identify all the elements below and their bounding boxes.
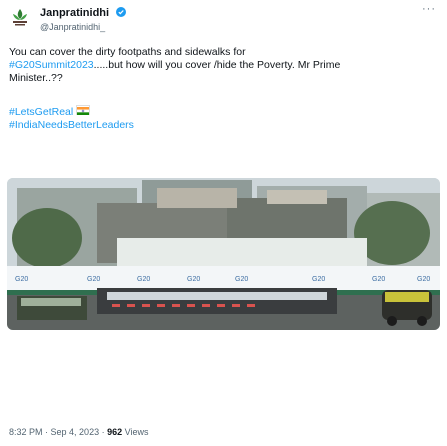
hashtag-link[interactable]: #G20Summit2023: [9, 59, 94, 71]
india-flag-icon: [76, 105, 91, 115]
svg-text:G20: G20: [417, 276, 430, 283]
tweet-meta: 8:32 PM · Sep 4, 2023 · 962 Views: [9, 427, 148, 437]
svg-text:G20: G20: [187, 276, 200, 283]
hashtag-link[interactable]: #LetsGetReal: [9, 106, 73, 118]
svg-text:G20: G20: [87, 276, 100, 283]
hashtag-block: #LetsGetReal #IndiaNeedsBetterLeaders: [9, 105, 134, 132]
tweet-line: #G20Summit2023.....but how will you cove…: [9, 59, 439, 72]
tweet-text-fragment: .....but how will you cover /hide the Po…: [93, 59, 341, 71]
tweet-line: Minister..??: [9, 72, 63, 84]
tweet-header: Janpratinidhi @Janpratinidhi_ ···: [7, 3, 440, 37]
more-horizontal-icon[interactable]: ···: [422, 3, 436, 15]
meta-separator: ·: [99, 427, 108, 437]
verified-badge-icon: [115, 4, 126, 17]
views-label: Views: [122, 427, 149, 437]
street-photo-image[interactable]: G20 G20 G20 G20 G20 G20 G20 G20: [7, 178, 440, 330]
meta-separator: ·: [42, 427, 51, 437]
hashtag-link[interactable]: #IndiaNeedsBetterLeaders: [9, 119, 134, 131]
tweet-body: You can cover the dirty footpaths and si…: [9, 46, 439, 85]
tweet-time[interactable]: 8:32 PM: [9, 427, 43, 437]
svg-text:G20: G20: [235, 276, 248, 283]
tweet-line: You can cover the dirty footpaths and si…: [9, 46, 246, 58]
author-names: Janpratinidhi @Janpratinidhi_: [40, 3, 126, 33]
svg-text:G20: G20: [312, 276, 325, 283]
svg-text:G20: G20: [137, 276, 150, 283]
views-count: 962: [107, 427, 123, 437]
author-handle[interactable]: @Janpratinidhi_: [40, 21, 126, 33]
lotus-logo-icon[interactable]: [9, 5, 31, 27]
svg-text:G20: G20: [372, 276, 385, 283]
svg-text:G20: G20: [15, 276, 28, 283]
author-display-name[interactable]: Janpratinidhi: [40, 6, 109, 20]
tweet-date[interactable]: Sep 4, 2023: [51, 427, 100, 437]
